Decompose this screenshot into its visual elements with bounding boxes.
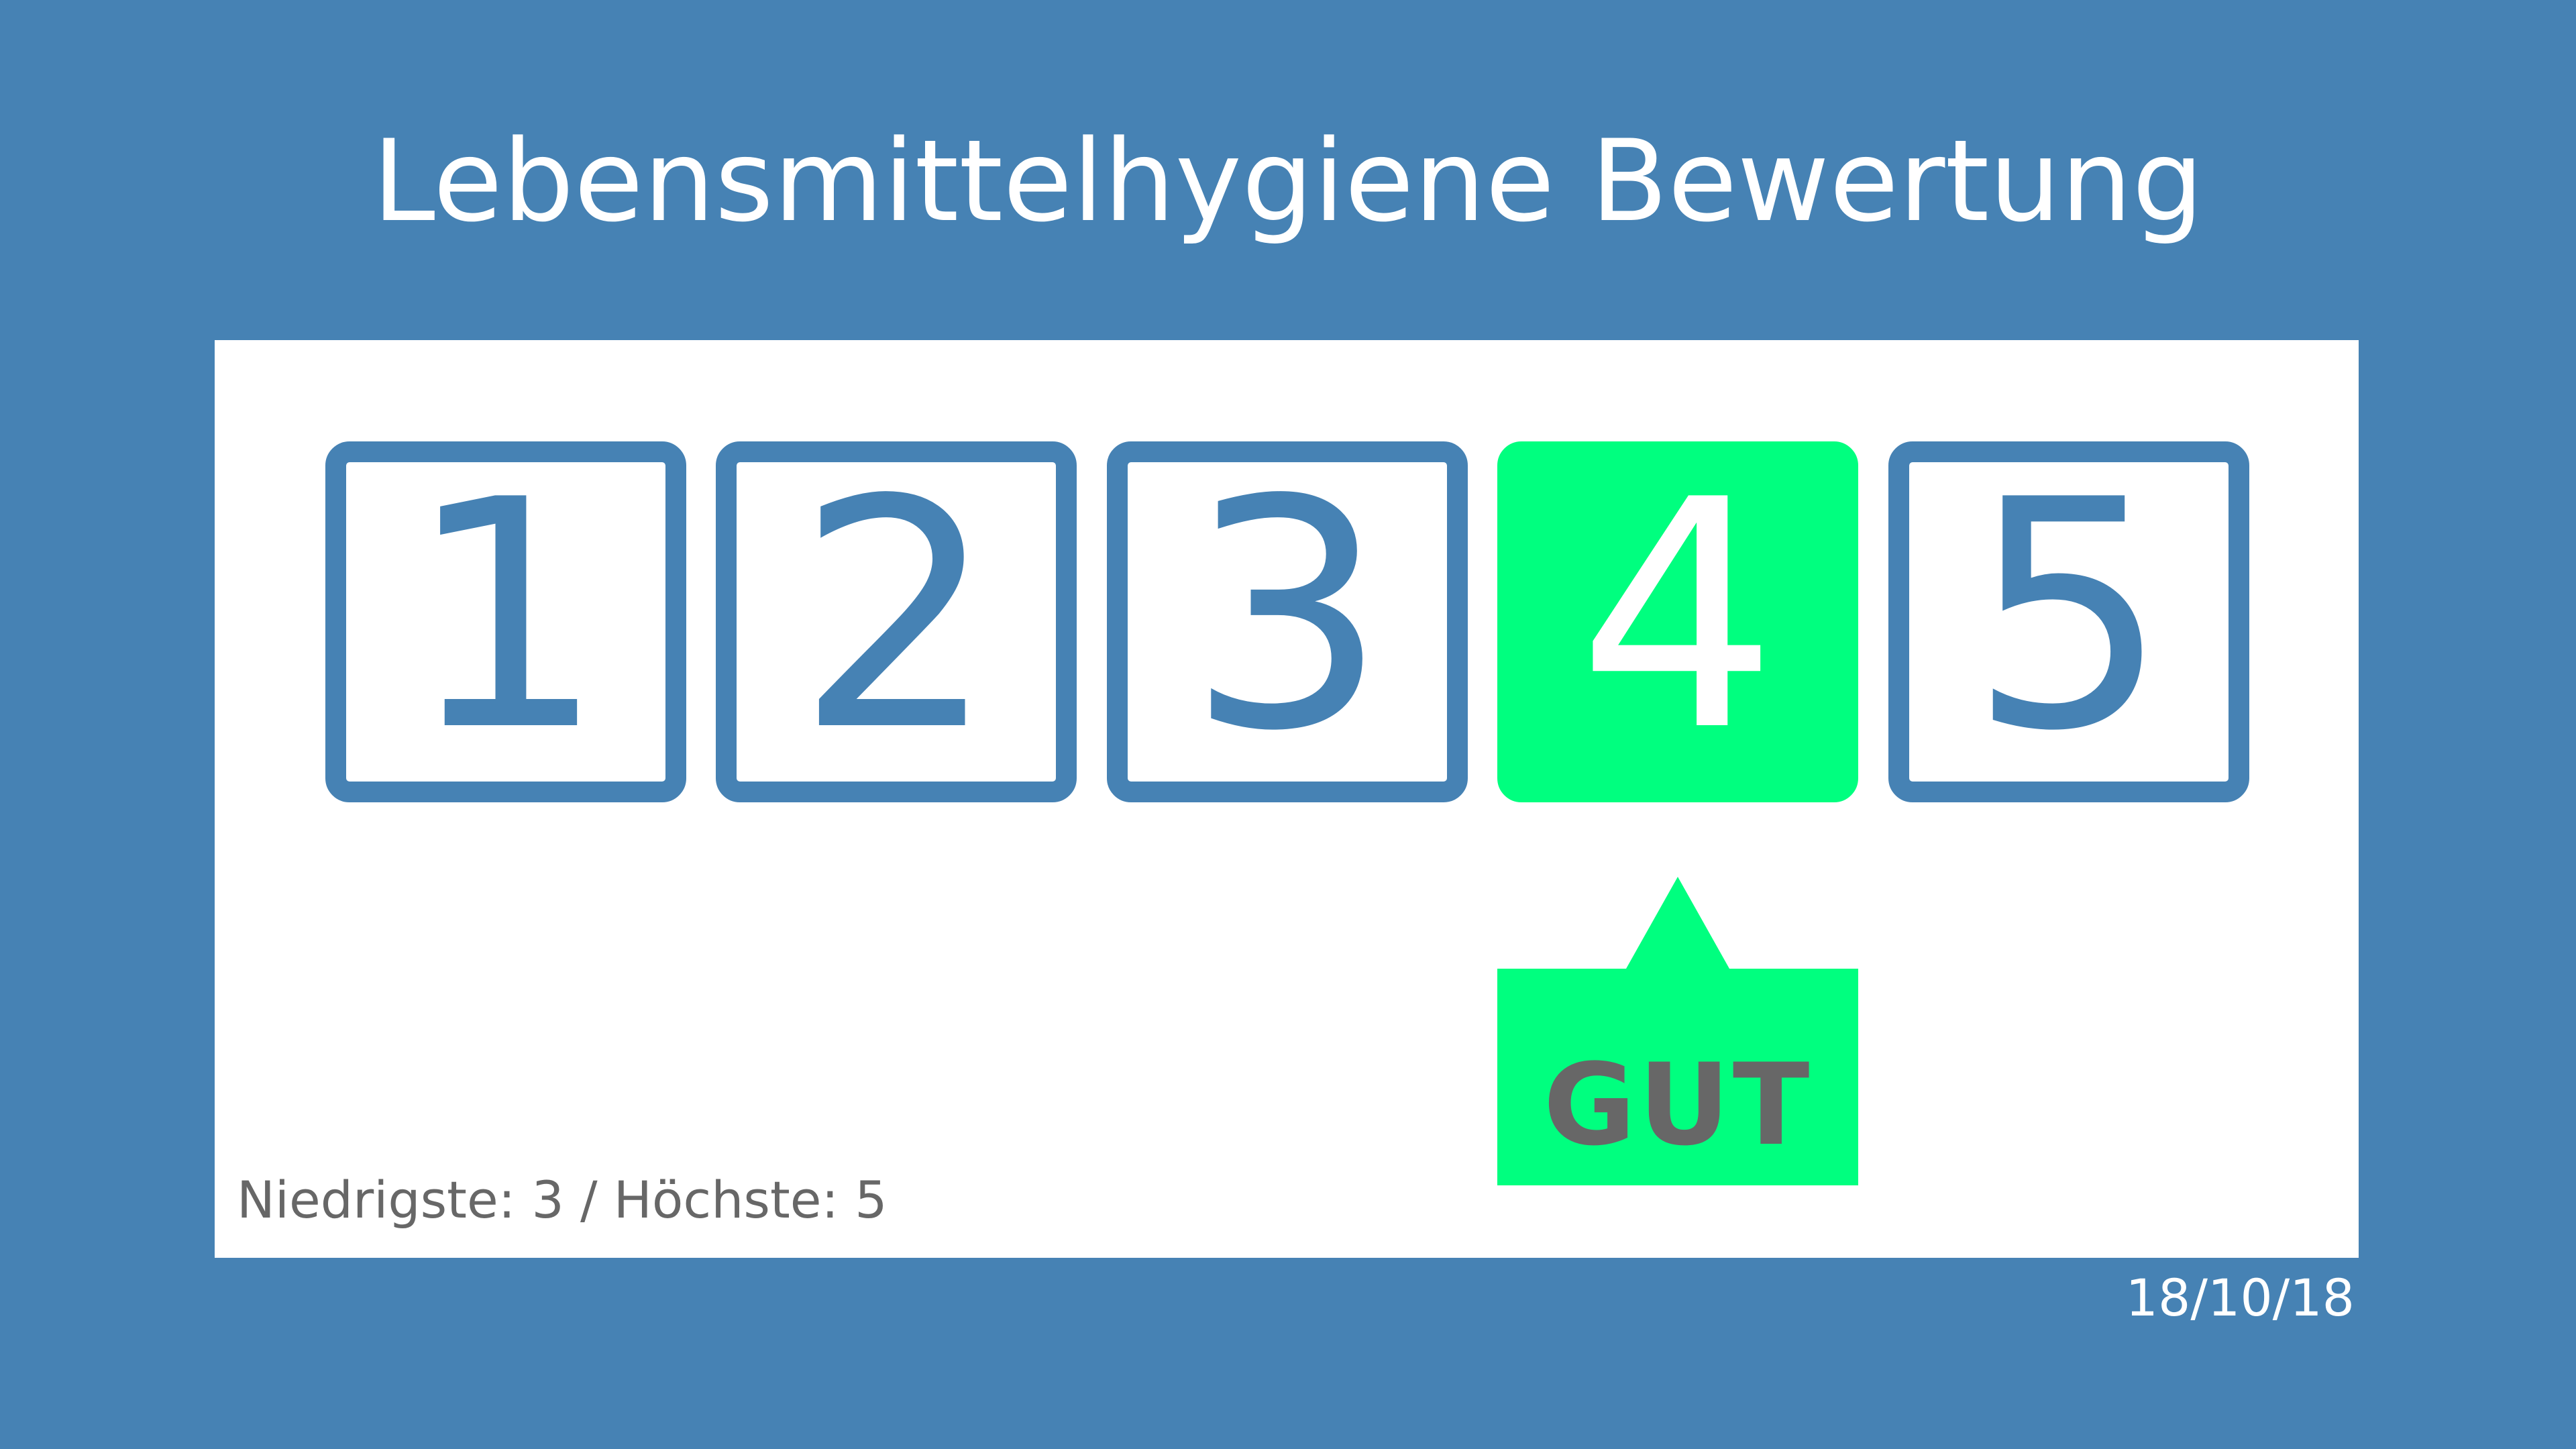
rating-result-label: GUT: [1543, 1039, 1813, 1171]
rating-box-2-label: 2: [796, 433, 997, 800]
rating-panel: 1 2 3 4 5 GUT Niedrigste: 3 / Höchste: 5: [215, 340, 2359, 1258]
rating-box-2: 2: [716, 441, 1077, 802]
rating-box-4-label: 4: [1577, 433, 1778, 800]
rating-box-3-label: 3: [1187, 433, 1388, 800]
rating-box-5-label: 5: [1968, 433, 2169, 800]
rating-range-text: Niedrigste: 3 / Höchste: 5: [237, 1170, 888, 1230]
rating-box-3: 3: [1107, 441, 1468, 802]
rating-box-4: 4: [1497, 441, 1858, 802]
rating-box-5: 5: [1888, 441, 2249, 802]
rating-callout: GUT: [1497, 877, 1858, 1185]
rating-box-1-label: 1: [405, 433, 606, 800]
page-title: Lebensmittelhygiene Bewertung: [372, 115, 2204, 247]
rating-box-1: 1: [325, 441, 686, 802]
rating-date: 18/10/18: [2125, 1268, 2355, 1328]
